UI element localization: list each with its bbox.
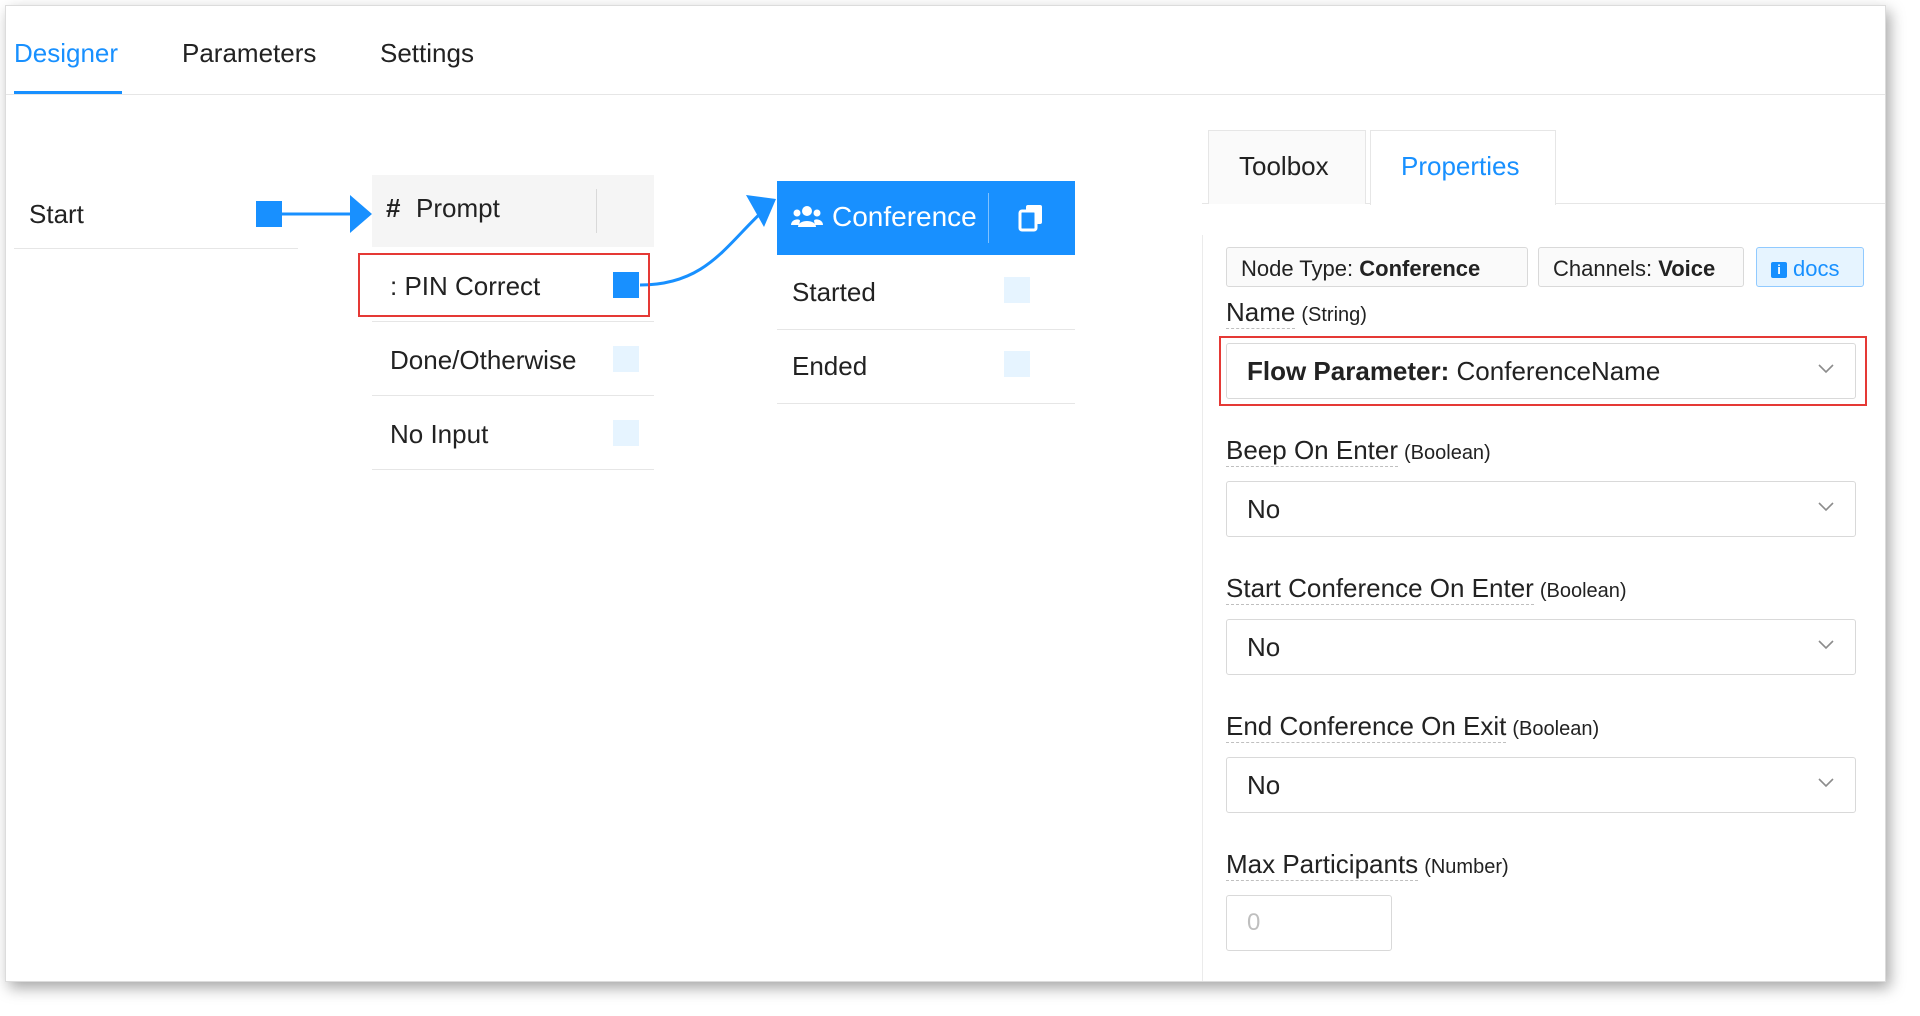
node-type-value: Conference [1359, 256, 1481, 281]
end-conference-on-exit-value: No [1247, 770, 1281, 800]
end-conference-label-text: End Conference On Exit [1226, 711, 1507, 743]
designer-canvas[interactable]: Start # Prompt : PIN Correct Done/Otherw… [6, 95, 1202, 981]
conference-node-title: Conference [832, 201, 977, 232]
docs-label: docs [1793, 256, 1840, 281]
start-conference-on-enter-value: No [1247, 632, 1281, 662]
header-separator [596, 189, 597, 233]
node-type-badge: Node Type: Conference [1226, 247, 1528, 287]
divider [777, 329, 1075, 330]
arrowhead-icon [350, 195, 372, 233]
top-tab-bar: Designer Parameters Settings [6, 6, 1885, 95]
max-participants-label: Max Participants (Number) [1226, 849, 1509, 881]
node-type-label: Node Type: [1241, 256, 1354, 281]
tab-designer[interactable]: Designer [14, 38, 118, 69]
tab-properties[interactable]: Properties [1370, 130, 1556, 205]
panel-border [1202, 235, 1203, 981]
no-input-output-port[interactable] [613, 420, 639, 446]
prompt-node-header[interactable]: # Prompt [372, 175, 654, 247]
tab-properties-label: Properties [1401, 151, 1520, 181]
beep-on-enter-value: No [1247, 494, 1281, 524]
chevron-down-icon [1818, 640, 1834, 650]
app-window: Designer Parameters Settings Start # Pro… [5, 5, 1886, 982]
max-participants-label-text: Max Participants [1226, 849, 1419, 881]
highlight-box [358, 253, 650, 317]
conference-output-ended[interactable]: Ended [792, 351, 867, 382]
end-conference-type-hint: (Boolean) [1512, 718, 1600, 740]
divider [372, 321, 654, 322]
copy-icon[interactable] [1017, 203, 1045, 233]
channels-label: Channels: [1553, 256, 1653, 281]
max-participants-type-hint: (Number) [1424, 856, 1509, 878]
highlight-box [1219, 336, 1867, 406]
max-participants-input[interactable] [1226, 895, 1392, 951]
tab-parameters[interactable]: Parameters [182, 38, 316, 69]
start-conference-on-enter-label: Start Conference On Enter (Boolean) [1226, 573, 1627, 605]
prompt-output-done-otherwise[interactable]: Done/Otherwise [390, 345, 576, 376]
docs-button[interactable]: i docs [1756, 247, 1864, 287]
channels-badge: Channels: Voice [1538, 247, 1744, 287]
info-icon: i [1771, 262, 1787, 278]
name-type-hint: (String) [1301, 304, 1367, 326]
chevron-down-icon [1818, 502, 1834, 512]
active-tab-indicator [14, 91, 122, 94]
conference-node-header[interactable]: Conference [777, 181, 1075, 255]
start-conference-label-text: Start Conference On Enter [1226, 573, 1534, 605]
prompt-node-title: Prompt [416, 193, 500, 223]
divider [777, 403, 1075, 404]
conference-output-started[interactable]: Started [792, 277, 876, 308]
chevron-down-icon [1818, 778, 1834, 788]
divider [372, 469, 654, 470]
name-field-label: Name (String) [1226, 297, 1367, 329]
end-conference-on-exit-label: End Conference On Exit (Boolean) [1226, 711, 1600, 743]
beep-on-enter-label-text: Beep On Enter [1226, 435, 1398, 467]
started-output-port[interactable] [1004, 277, 1030, 303]
start-conference-on-enter-select[interactable]: No [1226, 619, 1856, 675]
name-label-text: Name [1226, 297, 1296, 329]
ended-output-port[interactable] [1004, 351, 1030, 377]
tab-settings[interactable]: Settings [380, 38, 474, 69]
done-otherwise-output-port[interactable] [613, 346, 639, 372]
beep-on-enter-type-hint: (Boolean) [1404, 442, 1491, 464]
beep-on-enter-label: Beep On Enter (Boolean) [1226, 435, 1491, 467]
divider [372, 395, 654, 396]
channels-value: Voice [1658, 256, 1716, 281]
end-conference-on-exit-select[interactable]: No [1226, 757, 1856, 813]
hash-icon: # [386, 193, 401, 223]
tab-toolbox[interactable]: Toolbox [1208, 130, 1366, 204]
pin-correct-to-conference-connector [639, 208, 766, 287]
users-icon [791, 206, 823, 227]
properties-panel: Toolbox Properties Node Type: Conference… [1202, 95, 1885, 981]
beep-on-enter-select[interactable]: No [1226, 481, 1856, 537]
tab-toolbox-label: Toolbox [1239, 151, 1329, 181]
header-separator [988, 193, 989, 243]
prompt-output-no-input[interactable]: No Input [390, 419, 488, 450]
start-conference-type-hint: (Boolean) [1539, 580, 1627, 602]
